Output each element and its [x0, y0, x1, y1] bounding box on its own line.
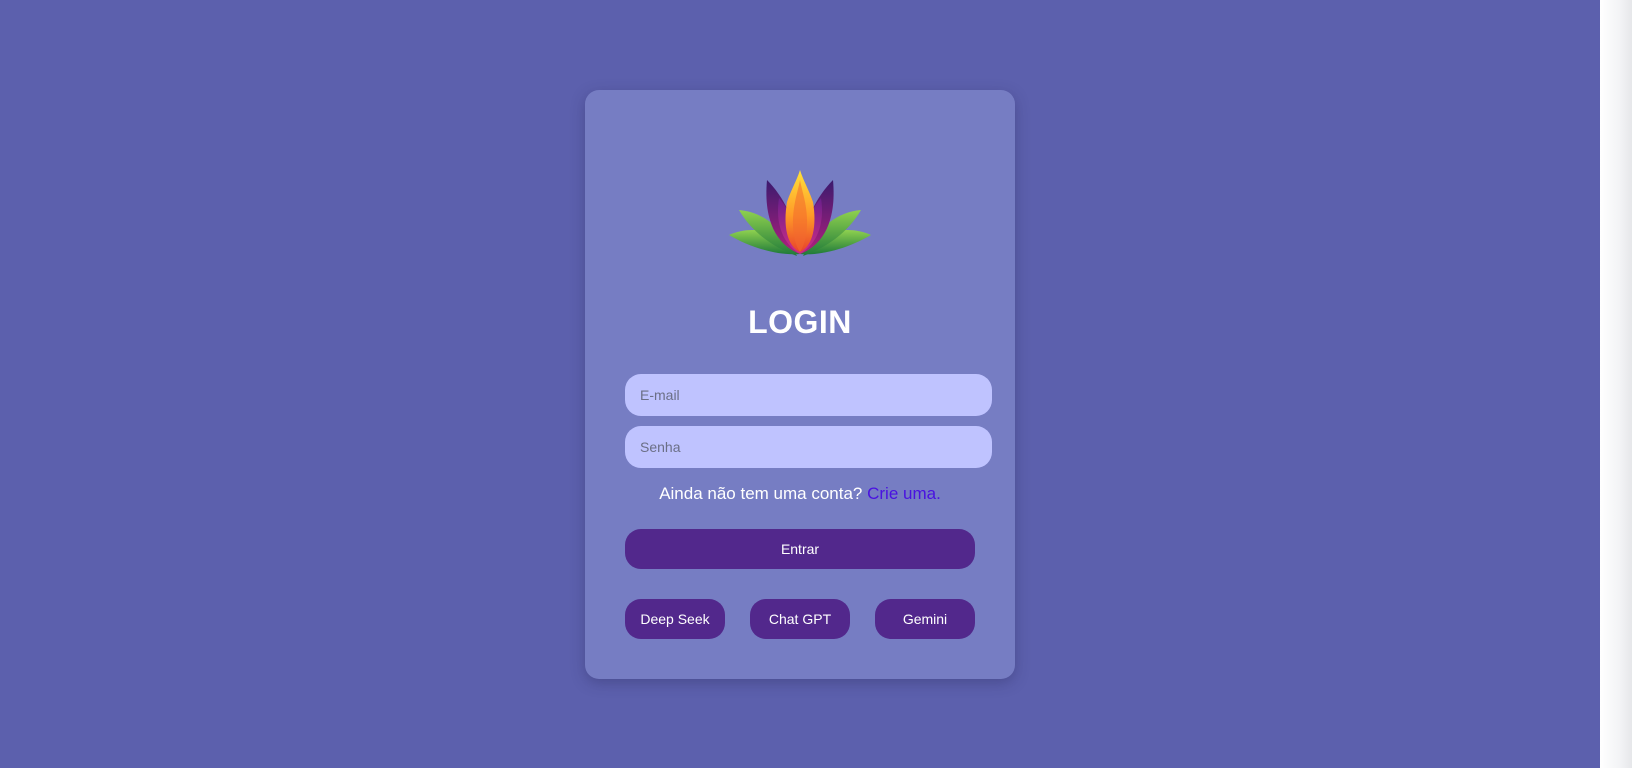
signup-prompt-text: Ainda não tem uma conta?: [659, 484, 863, 503]
lotus-flower-icon: [729, 170, 871, 256]
chat-gpt-button[interactable]: Chat GPT: [750, 599, 850, 639]
signup-prompt-line: Ainda não tem uma conta? Crie uma.: [585, 484, 1015, 504]
scrollbar[interactable]: [1600, 0, 1632, 768]
login-button[interactable]: Entrar: [625, 529, 975, 569]
password-field[interactable]: [625, 426, 992, 468]
gemini-button[interactable]: Gemini: [875, 599, 975, 639]
deep-seek-button[interactable]: Deep Seek: [625, 599, 725, 639]
page-title: LOGIN: [748, 304, 852, 340]
email-field[interactable]: [625, 374, 992, 416]
signup-link[interactable]: Crie uma.: [867, 484, 941, 503]
page-background: LOGIN Ainda não tem uma conta? Crie uma.…: [0, 0, 1600, 768]
login-card: LOGIN Ainda não tem uma conta? Crie uma.…: [585, 90, 1015, 679]
